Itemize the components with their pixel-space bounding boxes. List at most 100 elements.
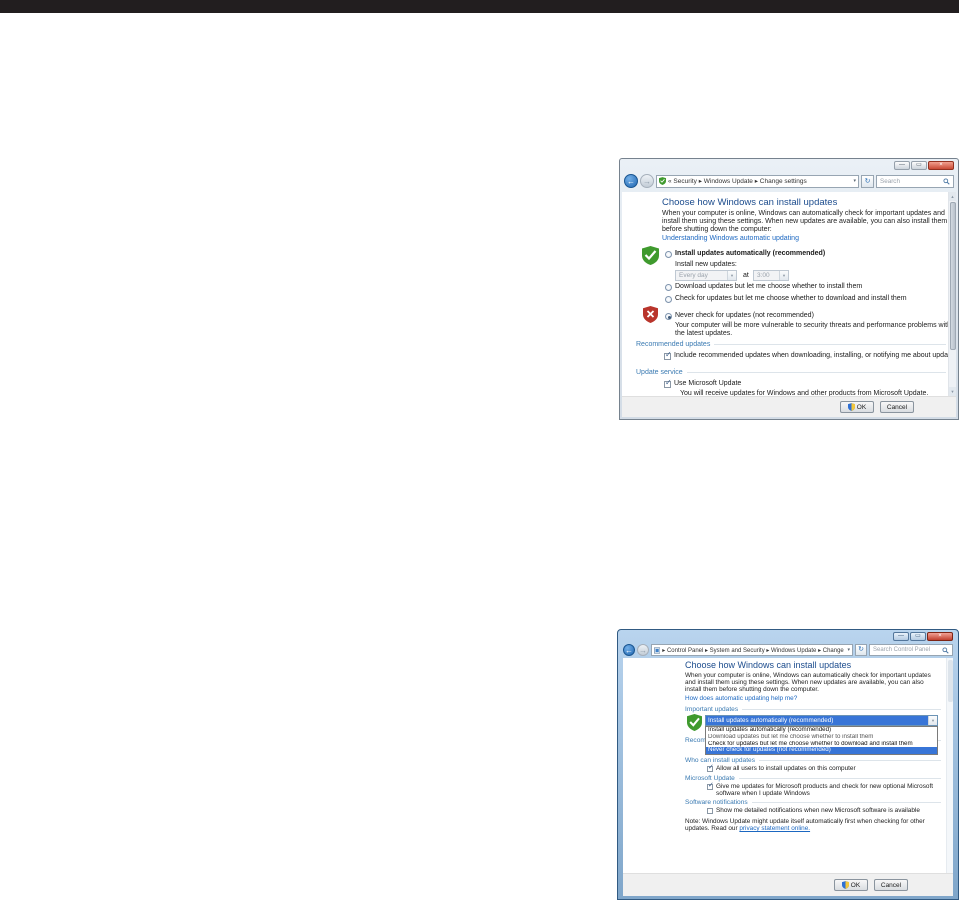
dropdown-option[interactable]: Check for updates but let me choose whet… xyxy=(706,741,937,748)
checkbox-allow-all-users[interactable]: ✓ xyxy=(707,764,714,772)
checkbox-microsoft-products-label: Give me updates for Microsoft products a… xyxy=(716,783,934,798)
radio-never-check-label: Never check for updates (not recommended… xyxy=(675,312,814,319)
refresh-button[interactable]: ↻ xyxy=(855,644,867,656)
section-software-notifications: Software notifications xyxy=(685,799,941,806)
address-bar[interactable]: ▸ Control Panel ▸ System and Security ▸ … xyxy=(651,644,853,656)
radio-download-updates[interactable] xyxy=(665,284,672,291)
checkbox-detailed-notifications-label: Show me detailed notifications when new … xyxy=(716,807,920,814)
dropdown-option[interactable]: Install updates automatically (recommend… xyxy=(706,727,937,734)
window-change-settings-win7: — ▭ × ← → ▸ Control Panel ▸ System and S… xyxy=(617,629,959,900)
uac-shield-icon xyxy=(847,403,855,411)
check-icon: ✓ xyxy=(665,378,672,387)
settings-content: Choose how Windows can install updates W… xyxy=(622,192,956,396)
section-rule xyxy=(759,760,941,761)
selected-option: Install updates automatically (recommend… xyxy=(706,716,928,725)
address-dropdown-icon[interactable]: ▾ xyxy=(853,178,856,184)
check-icon: ✓ xyxy=(708,764,714,771)
section-rule xyxy=(742,709,941,710)
scroll-down-icon[interactable]: ▼ xyxy=(949,387,956,396)
page-title: Choose how Windows can install updates xyxy=(685,660,852,670)
dropdown-option-highlighted[interactable]: Never check for updates (not recommended… xyxy=(706,747,937,755)
checkbox-include-recommended-label: Include recommended updates when downloa… xyxy=(674,352,956,359)
checkbox-allow-all-users-label: Allow all users to install updates on th… xyxy=(716,765,856,772)
section-rule xyxy=(738,778,941,779)
cancel-button-label: Cancel xyxy=(880,881,902,889)
breadcrumb[interactable]: « Security ▸ Windows Update ▸ Change set… xyxy=(668,177,807,185)
search-placeholder: Search xyxy=(880,177,900,185)
maximize-icon[interactable]: ▭ xyxy=(910,632,926,641)
control-panel-icon xyxy=(654,646,661,654)
search-icon xyxy=(943,177,950,185)
vertical-scrollbar[interactable] xyxy=(946,658,953,873)
time-select[interactable]: 3:00 ▾ xyxy=(753,270,789,281)
at-label: at xyxy=(743,272,749,279)
dropdown-option[interactable]: Download updates but let me choose wheth… xyxy=(706,734,937,741)
note-text: Note: Windows Update might update itself… xyxy=(685,818,925,833)
page-top-black-bar xyxy=(0,0,959,13)
ok-button[interactable]: OK xyxy=(840,401,874,413)
radio-download-updates-label: Download updates but let me choose wheth… xyxy=(675,283,863,290)
cancel-button[interactable]: Cancel xyxy=(874,879,908,891)
green-shield-check-icon xyxy=(687,714,702,731)
refresh-button[interactable]: ↻ xyxy=(861,174,874,188)
windows-update-shield-icon xyxy=(659,177,666,185)
install-new-updates-label: Install new updates: xyxy=(675,261,737,268)
section-update-service: Update service xyxy=(636,369,946,376)
ok-button-label: OK xyxy=(856,403,867,411)
minimize-icon[interactable]: — xyxy=(893,632,909,641)
never-check-description: Your computer will be more vulnerable to… xyxy=(675,322,956,337)
radio-never-check[interactable] xyxy=(665,313,672,320)
green-shield-check-icon xyxy=(642,246,659,265)
chevron-down-icon: ▾ xyxy=(928,716,937,725)
search-placeholder: Search Control Panel xyxy=(873,647,931,653)
important-updates-select[interactable]: Install updates automatically (recommend… xyxy=(705,715,938,726)
uac-shield-icon xyxy=(841,881,849,889)
checkbox-include-recommended[interactable]: ✓ xyxy=(664,350,672,360)
section-important-updates: Important updates xyxy=(685,706,941,713)
address-dropdown-icon[interactable]: ▾ xyxy=(847,647,850,653)
frequency-select[interactable]: Every day ▾ xyxy=(675,270,737,281)
forward-button[interactable]: → xyxy=(640,174,654,188)
help-link[interactable]: Understanding Windows automatic updating xyxy=(662,235,799,242)
checkbox-detailed-notifications[interactable] xyxy=(707,808,713,814)
checkbox-use-microsoft-update[interactable]: ✓ xyxy=(664,378,672,388)
time-value: 3:00 xyxy=(757,272,770,279)
minimize-icon[interactable]: — xyxy=(894,161,910,170)
radio-install-automatically[interactable] xyxy=(665,251,672,258)
back-button[interactable]: ← xyxy=(624,174,638,188)
cancel-button[interactable]: Cancel xyxy=(880,401,914,413)
section-rule xyxy=(751,802,941,803)
breadcrumb[interactable]: ▸ Control Panel ▸ System and Security ▸ … xyxy=(662,647,845,654)
check-icon: ✓ xyxy=(665,350,672,359)
ok-button[interactable]: OK xyxy=(834,879,868,891)
section-rule xyxy=(714,344,946,345)
scrollbar-thumb[interactable] xyxy=(949,202,956,350)
close-icon[interactable]: × xyxy=(927,632,953,641)
intro-text: When your computer is online, Windows ca… xyxy=(685,672,931,694)
radio-check-updates-label: Check for updates but let me choose whet… xyxy=(675,295,907,302)
scrollbar-thumb[interactable] xyxy=(948,660,953,702)
back-button[interactable]: ← xyxy=(623,644,635,656)
window-change-settings-vista: — ▭ × ← → « Security ▸ Windows Update ▸ … xyxy=(619,158,959,420)
radio-install-automatically-label: Install updates automatically (recommend… xyxy=(675,250,826,257)
scroll-up-icon[interactable]: ▲ xyxy=(949,192,956,201)
radio-check-updates[interactable] xyxy=(665,296,672,303)
section-recommended-updates: Recommended updates xyxy=(636,341,946,348)
page-title: Choose how Windows can install updates xyxy=(662,197,838,208)
search-input[interactable]: Search Control Panel xyxy=(869,644,953,656)
maximize-icon[interactable]: ▭ xyxy=(911,161,927,170)
settings-content: Choose how Windows can install updates W… xyxy=(623,658,953,873)
checkbox-microsoft-products[interactable]: ✓ xyxy=(707,782,714,790)
address-bar[interactable]: « Security ▸ Windows Update ▸ Change set… xyxy=(656,174,859,188)
ok-button-label: OK xyxy=(850,881,861,889)
privacy-statement-link[interactable]: privacy statement online. xyxy=(739,825,810,832)
search-input[interactable]: Search xyxy=(876,174,954,188)
help-link[interactable]: How does automatic updating help me? xyxy=(685,695,797,702)
vertical-scrollbar[interactable]: ▲ ▼ xyxy=(948,192,956,396)
section-rule xyxy=(686,372,946,373)
button-bar: OK Cancel xyxy=(623,873,953,896)
forward-button[interactable]: → xyxy=(637,644,649,656)
intro-text: When your computer is online, Windows ca… xyxy=(662,210,948,233)
section-who-can-install: Who can install updates xyxy=(685,757,941,764)
close-icon[interactable]: × xyxy=(928,161,954,170)
